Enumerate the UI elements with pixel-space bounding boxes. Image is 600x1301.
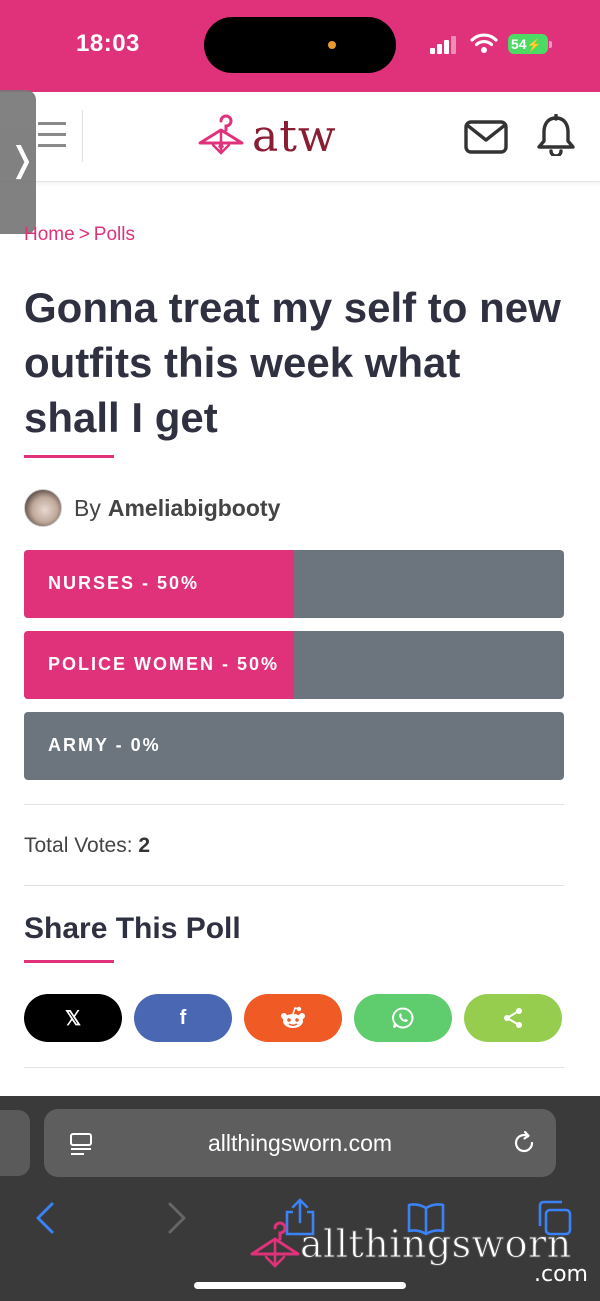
author-byline: By Ameliabigbooty [24, 488, 280, 528]
total-votes: Total Votes: 2 [24, 834, 150, 858]
breadcrumb-home-link[interactable]: Home [24, 224, 75, 245]
share-title-underline [24, 960, 114, 963]
breadcrumb: Home > Polls [24, 224, 135, 246]
title-underline [24, 455, 114, 458]
share-icon [504, 1008, 522, 1028]
poll-option-police-women[interactable]: POLICE WOMEN - 50% [24, 631, 564, 699]
site-header: atw [0, 92, 600, 182]
hamburger-menu-icon[interactable] [38, 118, 66, 150]
chevron-right-icon: ❭ [8, 140, 37, 180]
reddit-share-button[interactable] [244, 994, 342, 1042]
total-votes-label: Total Votes: [24, 834, 133, 857]
share-section-title: Share This Poll [24, 912, 241, 945]
watermark-suffix: .com [534, 1262, 588, 1287]
poll-option-army[interactable]: ARMY - 0% [24, 712, 564, 780]
home-indicator[interactable] [194, 1282, 406, 1289]
hanger-logo-icon [198, 114, 244, 155]
reddit-icon [281, 1006, 305, 1028]
divider [24, 1067, 564, 1068]
previous-tab-preview[interactable] [0, 1110, 30, 1176]
cellular-signal-icon [430, 36, 460, 54]
address-bar[interactable]: allthingsworn.com [44, 1109, 556, 1177]
header-divider [82, 110, 83, 162]
poll-option-nurses[interactable]: NURSES - 50% [24, 550, 564, 618]
side-drawer-toggle[interactable]: ❭ [0, 90, 37, 234]
poll-option-label: NURSES - 50% [48, 573, 200, 593]
back-arrow-icon[interactable] [28, 1198, 68, 1238]
x-logo-icon: 𝕏 [64, 1007, 82, 1030]
hanger-watermark-icon [250, 1221, 300, 1268]
avatar[interactable] [24, 489, 62, 527]
wifi-icon [470, 33, 498, 53]
charging-bolt-icon: ⚡ [526, 38, 542, 52]
total-votes-count: 2 [138, 834, 151, 857]
mail-icon[interactable] [464, 120, 508, 154]
divider [24, 804, 564, 805]
page-title: Gonna treat my self to new outfits this … [24, 284, 561, 441]
camera-indicator-dot [328, 41, 336, 49]
author-by-label: By [74, 494, 101, 521]
logo-text: atw [252, 110, 337, 162]
dynamic-island [204, 17, 396, 73]
breadcrumb-polls-link[interactable]: Polls [94, 224, 135, 245]
status-time: 18:03 [76, 30, 140, 57]
author-name-link[interactable]: Ameliabigbooty [108, 495, 281, 522]
poll-option-label: ARMY - 0% [48, 735, 161, 755]
poll-option-label: POLICE WOMEN - 50% [48, 654, 280, 674]
facebook-icon: f [179, 1006, 187, 1029]
divider [24, 885, 564, 886]
breadcrumb-separator: > [78, 224, 90, 245]
generic-share-button[interactable] [464, 994, 562, 1042]
battery-level: 54 [511, 36, 527, 52]
x-share-button[interactable]: 𝕏 [24, 994, 122, 1042]
whatsapp-icon [392, 1007, 414, 1029]
notification-bell-icon[interactable] [536, 114, 576, 156]
status-bar: 18:03 54⚡ [0, 0, 600, 92]
whatsapp-share-button[interactable] [354, 994, 452, 1042]
watermark-text: allthingsworn [300, 1222, 572, 1267]
site-logo[interactable]: atw [196, 106, 337, 166]
facebook-share-button[interactable]: f [134, 994, 232, 1042]
url-text: allthingsworn.com [207, 1130, 393, 1156]
reload-icon[interactable] [510, 1129, 538, 1157]
battery-indicator: 54⚡ [508, 34, 552, 54]
forward-arrow-icon[interactable] [156, 1198, 196, 1238]
